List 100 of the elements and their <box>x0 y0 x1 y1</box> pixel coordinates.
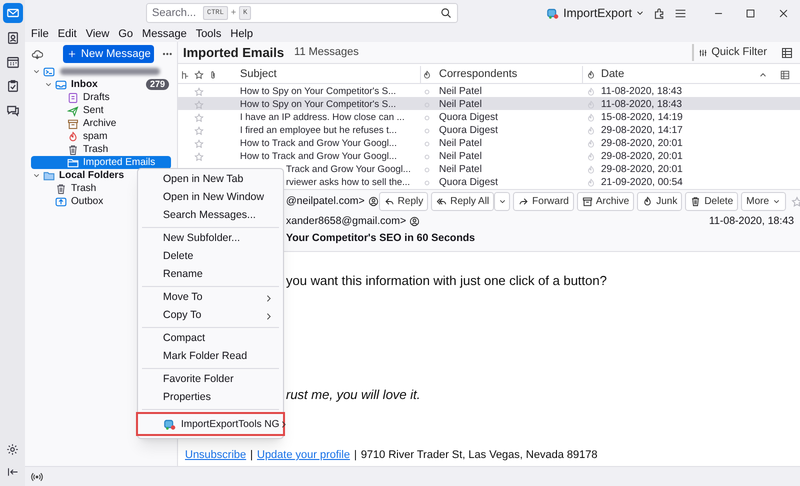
menu-item[interactable]: ImportExportTools NG <box>136 412 285 436</box>
flame-icon <box>67 130 79 142</box>
folder-item[interactable]: Sent <box>31 104 171 117</box>
message-row[interactable]: How to Spy on Your Competitor's S... Neil Patel 11-08-2020, 18:43 <box>178 97 800 110</box>
menu-item[interactable]: Edit <box>58 28 77 40</box>
account-button[interactable]: ImportExport <box>544 3 647 23</box>
folder-label: Inbox <box>71 80 98 90</box>
archive-box-icon <box>582 196 593 207</box>
column-header[interactable]: Correspondents <box>433 66 583 83</box>
star-icon[interactable] <box>791 196 800 208</box>
star-icon[interactable] <box>194 100 204 110</box>
junk-column-icon[interactable] <box>422 70 432 80</box>
menu-item[interactable]: Mark Folder Read <box>138 348 283 366</box>
menu-item[interactable]: Search Messages... <box>138 207 283 225</box>
menu-item[interactable]: Move To <box>138 289 283 307</box>
archive-box-icon <box>67 118 79 130</box>
footer-link[interactable]: Update your profile <box>257 447 350 464</box>
maximize-icon[interactable] <box>745 8 756 18</box>
menu-item[interactable]: New Subfolder... <box>138 230 283 248</box>
subject-cell: How to Spy on Your Competitor's S... <box>240 98 396 110</box>
column-picker-icon[interactable] <box>780 70 790 80</box>
menu-item[interactable]: Go <box>118 28 134 40</box>
message-row[interactable]: How to Track and Grow Your Googl... Neil Patel 29-08-2020, 20:01 <box>178 149 800 162</box>
folder-item[interactable]: Inbox 279 <box>31 78 171 91</box>
recipient-address[interactable]: xander8658@gmail.com> <box>286 214 406 230</box>
folder-item[interactable]: Drafts <box>31 91 171 104</box>
forward-button[interactable]: Forward <box>513 192 574 211</box>
footer-link[interactable]: Unsubscribe <box>185 447 246 464</box>
thread-column-icon[interactable] <box>180 70 190 80</box>
flame-icon <box>642 196 654 207</box>
message-count: 11 Messages <box>294 45 359 60</box>
body-paragraph: you want this information with just one click of a button? <box>286 273 607 288</box>
collapse-icon[interactable] <box>6 466 18 478</box>
subject-cell: How to Track and Grow Your Googl... <box>240 150 397 162</box>
contact-icon[interactable] <box>368 196 379 207</box>
menu-item[interactable]: Delete <box>138 248 283 266</box>
get-messages-icon[interactable] <box>31 47 44 61</box>
more-button[interactable]: More <box>741 192 786 211</box>
message-date: 11-08-2020, 18:43 <box>708 214 795 229</box>
menu-item[interactable]: Help <box>230 28 253 40</box>
menu-item[interactable]: File <box>31 28 49 40</box>
folder-item[interactable]: Imported Emails <box>31 156 171 169</box>
junk-button[interactable]: Junk <box>637 192 682 211</box>
column-header[interactable]: Subject <box>228 66 421 83</box>
subject-cell: I fired an employee but he refuses t... <box>240 124 397 136</box>
folder-item[interactable]: Trash <box>31 143 171 156</box>
address-book-icon[interactable] <box>6 31 20 45</box>
correspondent-cell-text: Neil Patel <box>438 163 483 177</box>
tasks-icon[interactable] <box>6 79 20 93</box>
close-icon[interactable] <box>778 8 789 18</box>
menu-item[interactable]: Copy To <box>138 307 283 325</box>
date-cell-text: 29-08-2020, 20:01 <box>600 163 684 177</box>
puzzle-icon[interactable] <box>653 6 666 20</box>
mail-icon <box>6 6 20 20</box>
reply-button[interactable]: Reply <box>378 192 428 211</box>
star-icon[interactable] <box>194 152 204 162</box>
folder-item[interactable]: Archive <box>31 117 171 130</box>
subject-cell: rviewer asks how to sell the... <box>286 176 410 188</box>
menu-item[interactable]: Properties <box>138 389 283 407</box>
star-icon[interactable] <box>194 86 204 96</box>
star-icon[interactable] <box>194 138 204 148</box>
message-row[interactable]: I have an IP address. How close can ... Quora Digest 15-08-2020, 14:19 <box>178 110 800 123</box>
menu-item[interactable]: Tools <box>196 28 222 40</box>
reply-all-button[interactable]: Reply All <box>431 192 494 211</box>
read-status-column-icon[interactable] <box>586 70 596 80</box>
star-icon[interactable] <box>194 112 204 122</box>
menu-item[interactable]: Rename <box>138 266 283 284</box>
correspondent-cell-text: Neil Patel <box>438 98 483 112</box>
message-row[interactable]: How to Spy on Your Competitor's S... Neil Patel 11-08-2020, 18:43 <box>178 84 800 97</box>
delete-button[interactable]: Delete <box>685 192 738 211</box>
correspondent-cell-text: Quora Digest <box>438 111 499 125</box>
subject-cell: Track and Grow Your Googl... <box>286 164 411 175</box>
star-column-icon[interactable] <box>194 70 204 80</box>
menu-item[interactable]: View <box>86 28 110 40</box>
sender-address[interactable]: @neilpatel.com> <box>286 194 365 210</box>
star-icon[interactable] <box>194 126 204 136</box>
column-header[interactable]: Date <box>601 66 624 83</box>
folder-label: Outbox <box>71 196 104 206</box>
reply-arrow-icon <box>384 196 395 207</box>
menu-icon[interactable] <box>674 6 687 20</box>
message-row[interactable]: How to Track and Grow Your Googl... Neil Patel 29-08-2020, 20:01 <box>178 136 800 149</box>
trash-icon <box>55 182 67 194</box>
message-row[interactable]: I fired an employee but he refuses t... Quora Digest 29-08-2020, 14:17 <box>178 123 800 136</box>
connection-status-icon[interactable] <box>31 470 43 482</box>
chat-icon[interactable] <box>6 103 20 117</box>
contact-icon[interactable] <box>409 216 420 227</box>
settings-icon[interactable] <box>6 443 19 456</box>
list-layout-icon[interactable] <box>781 46 793 58</box>
folder-icon <box>67 156 79 168</box>
plus-icon <box>67 49 78 59</box>
menu-item[interactable]: Message <box>142 28 187 40</box>
calendar-icon[interactable] <box>6 55 20 69</box>
new-message-button[interactable]: New Message <box>63 45 154 63</box>
folder-item[interactable]: spam <box>31 130 171 143</box>
mail-button[interactable] <box>2 3 22 23</box>
quick-filter-button[interactable]: Quick Filter <box>692 44 767 61</box>
menu-item[interactable]: Favorite Folder <box>138 371 283 389</box>
menu-item[interactable]: Open in New Window <box>138 189 283 207</box>
archive-button[interactable]: Archive <box>576 192 634 211</box>
menu-item[interactable]: Compact <box>138 330 283 348</box>
